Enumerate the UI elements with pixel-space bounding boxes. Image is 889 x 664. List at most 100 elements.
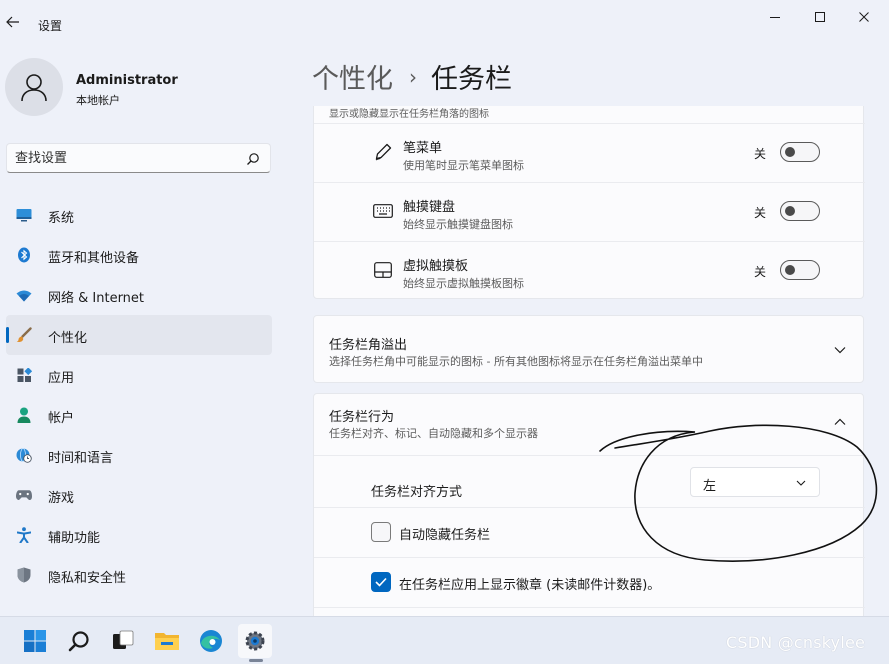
search-box[interactable] (6, 143, 271, 173)
touch-keyboard-title: 触摸键盘 (403, 200, 456, 215)
sidebar-item-privacy[interactable]: 隐私和安全性 (6, 555, 272, 595)
close-button[interactable] (853, 6, 875, 28)
minimize-button[interactable] (764, 6, 786, 28)
virtual-touchpad-state: 关 (754, 265, 767, 279)
active-app-indicator (249, 659, 263, 662)
chevron-down-icon[interactable] (832, 342, 848, 358)
watermark: CSDN @cnskylee (726, 633, 866, 652)
toggle-knob (785, 206, 795, 216)
gamepad-icon (16, 487, 32, 503)
divider (314, 607, 865, 608)
maximize-icon (815, 12, 825, 22)
task-view-button[interactable] (106, 624, 140, 658)
shield-icon (16, 567, 32, 583)
user-icon (21, 74, 47, 102)
account-icon (16, 407, 32, 423)
file-explorer-button[interactable] (150, 624, 184, 658)
alignment-dropdown[interactable]: 左 (690, 467, 820, 497)
alignment-value: 左 (703, 479, 717, 494)
settings-icon (245, 631, 265, 651)
search-icon (68, 631, 89, 652)
breadcrumb: 个性化 › 任务栏 (312, 57, 512, 96)
account-type: 本地帐户 (76, 94, 120, 107)
sidebar-item-time-language[interactable]: 时间和语言 (6, 435, 272, 475)
brush-icon (16, 327, 32, 343)
sidebar-item-label: 隐私和安全性 (48, 571, 127, 586)
sidebar-item-apps[interactable]: 应用 (6, 355, 272, 395)
app-title: 设置 (38, 19, 63, 33)
edge-icon (200, 630, 222, 652)
taskbar-search-button[interactable] (62, 624, 96, 658)
badges-checkbox[interactable] (371, 572, 391, 592)
virtual-touchpad-title: 虚拟触摸板 (403, 259, 469, 274)
sidebar-item-network[interactable]: 网络 & Internet (6, 275, 272, 315)
sidebar-item-label: 蓝牙和其他设备 (48, 251, 140, 266)
page-title: 任务栏 (431, 64, 512, 95)
touch-keyboard-row: 触摸键盘 始终显示触摸键盘图标 关 (314, 183, 865, 241)
pen-icon (372, 141, 394, 163)
back-arrow-icon (6, 16, 19, 28)
breadcrumb-parent[interactable]: 个性化 (312, 57, 393, 96)
pen-menu-description: 使用笔时显示笔菜单图标 (403, 159, 524, 172)
sidebar-item-gaming[interactable]: 游戏 (6, 475, 272, 515)
corner-overflow-description: 选择任务栏角中可能显示的图标 - 所有其他图标将显示在任务栏角溢出菜单中 (329, 355, 703, 368)
globe-clock-icon (16, 447, 32, 463)
sidebar-item-label: 时间和语言 (48, 451, 114, 466)
badges-label[interactable]: 在任务栏应用上显示徽章 (未读邮件计数器)。 (399, 574, 660, 593)
corner-overflow-card[interactable]: 任务栏角溢出 选择任务栏角中可能显示的图标 - 所有其他图标将显示在任务栏角溢出… (313, 315, 864, 383)
start-icon (24, 630, 46, 652)
touchpad-icon (372, 259, 394, 281)
sidebar-item-accounts[interactable]: 帐户 (6, 395, 272, 435)
auto-hide-label[interactable]: 自动隐藏任务栏 (399, 524, 490, 543)
touch-keyboard-description: 始终显示触摸键盘图标 (403, 218, 513, 231)
pen-menu-toggle[interactable] (780, 142, 820, 162)
sidebar-item-label: 个性化 (48, 331, 88, 346)
sidebar-nav: 系统 蓝牙和其他设备 网络 & Internet 个性化 应用 帐户 时间和语言… (6, 195, 272, 595)
search-input[interactable] (15, 149, 235, 167)
user-name: Administrator (76, 73, 178, 88)
virtual-touchpad-row: 虚拟触摸板 始终显示虚拟触摸板图标 关 (314, 242, 865, 300)
start-button[interactable] (18, 624, 52, 658)
wifi-icon (16, 287, 32, 303)
corner-overflow-title: 任务栏角溢出 (329, 338, 408, 353)
file-explorer-icon (155, 633, 179, 650)
taskbar-behaviors-description: 任务栏对齐、标记、自动隐藏和多个显示器 (329, 427, 538, 440)
checkmark-icon (375, 577, 387, 587)
divider (314, 557, 865, 558)
avatar[interactable] (5, 58, 63, 116)
sidebar-item-personalization[interactable]: 个性化 (6, 315, 272, 355)
touch-keyboard-toggle[interactable] (780, 201, 820, 221)
sidebar-item-label: 网络 & Internet (48, 291, 145, 306)
sidebar-item-label: 系统 (48, 211, 75, 226)
corner-icons-card: 显示或隐藏显示在任务栏角落的图标 笔菜单 使用笔时显示笔菜单图标 关 触摸键盘 … (313, 106, 865, 300)
pen-menu-row: 笔菜单 使用笔时显示笔菜单图标 关 (314, 124, 865, 182)
sidebar-item-label: 辅助功能 (48, 531, 101, 546)
maximize-button[interactable] (809, 6, 831, 28)
virtual-touchpad-toggle[interactable] (780, 260, 820, 280)
sidebar-item-accessibility[interactable]: 辅助功能 (6, 515, 272, 555)
chevron-up-icon[interactable] (832, 414, 848, 430)
taskbar-behaviors-title: 任务栏行为 (329, 410, 395, 425)
sidebar-item-system[interactable]: 系统 (6, 195, 272, 235)
alignment-label: 任务栏对齐方式 (371, 485, 463, 500)
chevron-down-icon (796, 480, 806, 486)
settings-content[interactable]: 显示或隐藏显示在任务栏角落的图标 笔菜单 使用笔时显示笔菜单图标 关 触摸键盘 … (300, 106, 889, 616)
title-bar: 设置 (0, 0, 889, 42)
toggle-knob (785, 147, 795, 157)
auto-hide-checkbox[interactable] (371, 522, 391, 542)
close-icon (859, 12, 869, 22)
corner-icons-description: 显示或隐藏显示在任务栏角落的图标 (329, 109, 489, 120)
touch-keyboard-state: 关 (754, 206, 767, 220)
task-view-icon (113, 630, 134, 649)
edge-button[interactable] (194, 624, 228, 658)
accessibility-icon (16, 527, 32, 543)
minimize-icon (770, 17, 780, 18)
back-button[interactable] (4, 13, 22, 31)
sidebar-item-label: 帐户 (48, 411, 75, 426)
sidebar-item-label: 应用 (48, 371, 75, 386)
keyboard-icon (372, 200, 394, 222)
search-icon[interactable] (246, 152, 260, 166)
taskbar-behaviors-card: 任务栏行为 任务栏对齐、标记、自动隐藏和多个显示器 任务栏对齐方式 左 自动隐藏… (313, 393, 865, 616)
settings-button[interactable] (238, 624, 272, 658)
sidebar-item-bluetooth[interactable]: 蓝牙和其他设备 (6, 235, 272, 275)
